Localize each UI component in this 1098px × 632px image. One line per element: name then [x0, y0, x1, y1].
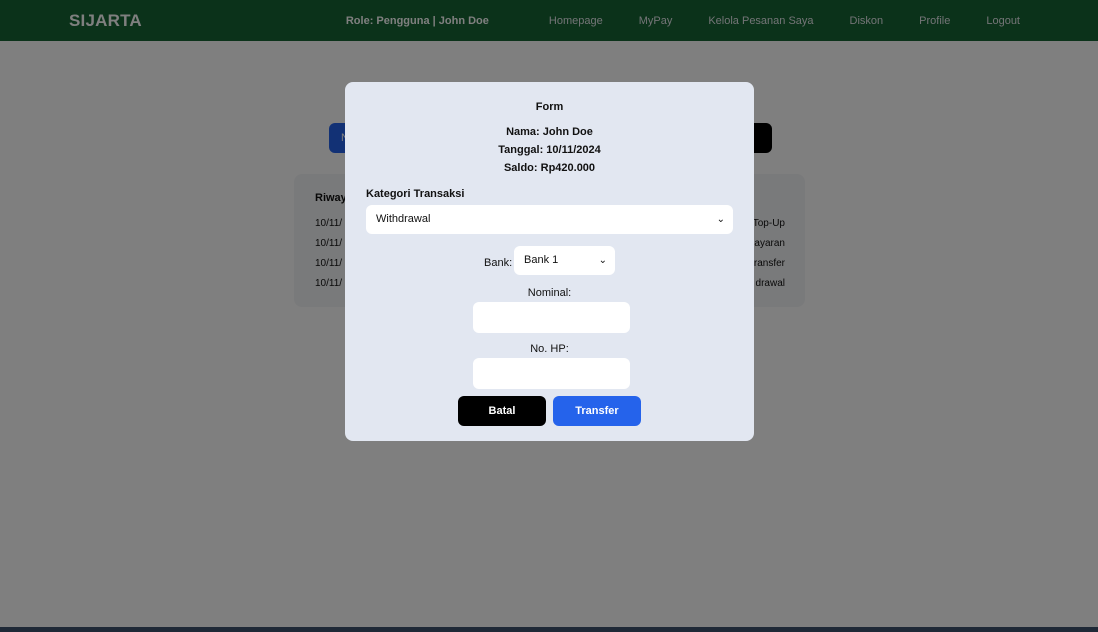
phone-label: No. HP: [530, 343, 569, 355]
nominal-input[interactable] [473, 302, 630, 333]
transaction-form-modal: Form Nama: John Doe Tanggal: 10/11/2024 … [345, 82, 754, 441]
balance: Saldo: Rp420.000 [503, 162, 596, 174]
transfer-button[interactable]: Transfer [553, 396, 641, 426]
chevron-down-icon: ⌄ [716, 214, 725, 225]
bank-label: Bank: [484, 257, 513, 269]
bank-select[interactable]: Bank 1 ⌄ [514, 246, 615, 275]
form-title: Form [535, 101, 564, 113]
user-name: Nama: John Doe [506, 126, 593, 138]
category-select[interactable]: Withdrawal ⌄ [366, 205, 733, 234]
cancel-button[interactable]: Batal [458, 396, 546, 426]
nominal-label: Nominal: [527, 287, 572, 299]
category-selected-value: Withdrawal [376, 213, 431, 225]
bank-selected-value: Bank 1 [524, 254, 559, 266]
phone-input[interactable] [473, 358, 630, 389]
chevron-down-icon: ⌄ [598, 255, 607, 266]
bottom-edge [0, 627, 1098, 632]
transaction-date: Tanggal: 10/11/2024 [498, 144, 601, 156]
category-label: Kategori Transaksi [366, 188, 465, 200]
